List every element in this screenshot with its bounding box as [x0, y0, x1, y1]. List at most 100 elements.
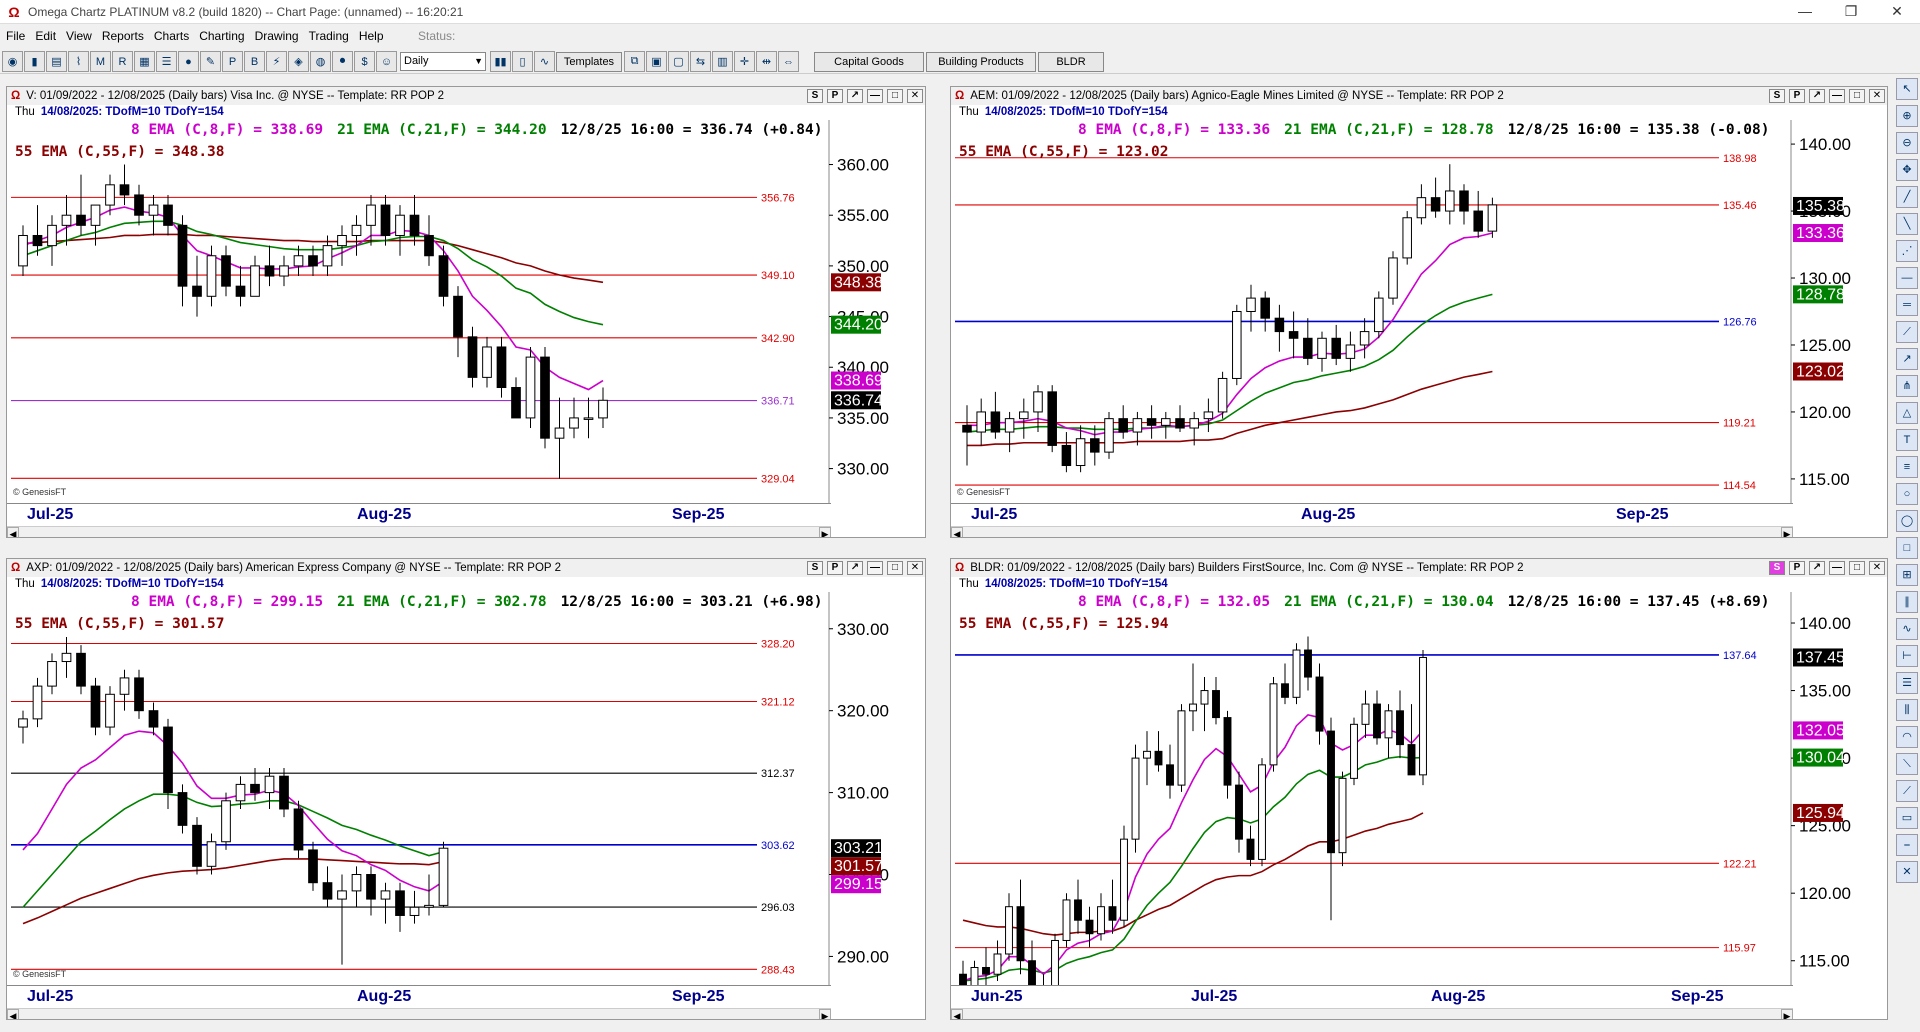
- face-icon[interactable]: ☺: [376, 51, 397, 72]
- globe-icon[interactable]: ◍: [310, 51, 331, 72]
- gann-icon[interactable]: ⊞: [1896, 564, 1918, 586]
- pencil-icon[interactable]: ✎: [200, 51, 221, 72]
- menu-help[interactable]: Help: [359, 29, 384, 43]
- price-chart[interactable]: 290.00300.00310.00320.00330.00328.20321.…: [7, 592, 925, 985]
- scroll-left-arrow[interactable]: ◀: [951, 527, 963, 537]
- ray-icon[interactable]: ⟋: [1896, 321, 1918, 343]
- measure-icon[interactable]: ⊢: [1896, 645, 1918, 667]
- arrow-icon[interactable]: ↗: [1896, 348, 1918, 370]
- zoom-in-icon[interactable]: ⊕: [1896, 105, 1918, 127]
- trendline-alt-icon[interactable]: ╲: [1896, 213, 1918, 235]
- pane-minimize-button[interactable]: —: [867, 561, 883, 575]
- ellipse-icon[interactable]: ◯: [1896, 510, 1918, 532]
- cycle-icon[interactable]: ∥: [1896, 591, 1918, 613]
- menu-trading[interactable]: Trading: [309, 29, 349, 43]
- pane-close-button[interactable]: ✕: [1869, 561, 1885, 575]
- s-button[interactable]: S: [1769, 89, 1785, 103]
- fib-ext-icon[interactable]: ☰: [1896, 672, 1918, 694]
- list-icon[interactable]: ☰: [156, 51, 177, 72]
- scan-icon[interactable]: ▤: [46, 51, 67, 72]
- fan-icon[interactable]: ⋰: [1896, 240, 1918, 262]
- bldr-button[interactable]: BLDR: [1038, 51, 1104, 72]
- triangle-icon[interactable]: △: [1896, 402, 1918, 424]
- circle-icon[interactable]: ○: [1896, 483, 1918, 505]
- horizontal-scrollbar[interactable]: ◀ ▶: [7, 1008, 831, 1019]
- building-products-button[interactable]: Building Products: [926, 51, 1036, 72]
- p-button[interactable]: P: [1789, 561, 1805, 575]
- record-icon[interactable]: ⏺: [332, 51, 353, 72]
- scroll-right-arrow[interactable]: ▶: [1781, 1009, 1793, 1019]
- erase-icon[interactable]: ✕: [1896, 861, 1918, 883]
- chart-grid-icon[interactable]: ▥: [712, 51, 733, 72]
- capital-goods-button[interactable]: Capital Goods: [814, 51, 924, 72]
- b-icon[interactable]: B: [244, 51, 265, 72]
- minimize-button[interactable]: —: [1782, 0, 1828, 24]
- pin-icon[interactable]: ↗: [1809, 561, 1825, 575]
- wave-icon[interactable]: ∿: [1896, 618, 1918, 640]
- channel-icon[interactable]: ═: [1896, 294, 1918, 316]
- close-button[interactable]: ✕: [1874, 0, 1920, 24]
- menu-charting[interactable]: Charting: [199, 29, 244, 43]
- chart-pane[interactable]: Ω V: 01/09/2022 - 12/08/2025 (Daily bars)…: [6, 86, 926, 538]
- hline-alt-icon[interactable]: ⎯: [1896, 834, 1918, 856]
- layers-icon[interactable]: ◈: [288, 51, 309, 72]
- traffic-light-icon[interactable]: ▮: [24, 51, 45, 72]
- pane-maximize-button[interactable]: □: [1849, 89, 1865, 103]
- merge-icon[interactable]: ⇔: [778, 51, 799, 72]
- pane-maximize-button[interactable]: □: [887, 89, 903, 103]
- p-button[interactable]: P: [827, 89, 843, 103]
- layout-icon[interactable]: ⧉: [624, 51, 645, 72]
- coin-icon[interactable]: ●: [178, 51, 199, 72]
- chart-pane[interactable]: Ω BLDR: 01/09/2022 - 12/08/2025 (Daily ba…: [950, 558, 1888, 1020]
- price-chart[interactable]: 115.00120.00125.00130.00135.00140.00137.…: [951, 592, 1887, 985]
- p-icon[interactable]: P: [222, 51, 243, 72]
- scroll-left-arrow[interactable]: ◀: [951, 1009, 963, 1019]
- r-icon[interactable]: R: [112, 51, 133, 72]
- pane-maximize-button[interactable]: □: [887, 561, 903, 575]
- money-icon[interactable]: $: [354, 51, 375, 72]
- scroll-right-arrow[interactable]: ▶: [1781, 527, 1793, 537]
- window-icon[interactable]: ▢: [668, 51, 689, 72]
- grid-icon[interactable]: ▦: [134, 51, 155, 72]
- fib-icon[interactable]: ≡: [1896, 456, 1918, 478]
- speed-lines-icon[interactable]: ⟋: [1896, 780, 1918, 802]
- m-icon[interactable]: M: [90, 51, 111, 72]
- price-chart[interactable]: 330.00335.00340.00345.00350.00355.00360.…: [7, 120, 925, 503]
- period-select[interactable]: Daily ▼: [400, 52, 486, 71]
- pane-close-button[interactable]: ✕: [907, 561, 923, 575]
- horizontal-scrollbar[interactable]: ◀ ▶: [7, 526, 831, 537]
- pin-icon[interactable]: ↗: [847, 561, 863, 575]
- chart-pane[interactable]: Ω AEM: 01/09/2022 - 12/08/2025 (Daily bar…: [950, 86, 1888, 538]
- scroll-left-arrow[interactable]: ◀: [7, 1009, 19, 1019]
- menu-charts[interactable]: Charts: [154, 29, 189, 43]
- trendline-icon[interactable]: ╱: [1896, 186, 1918, 208]
- p-button[interactable]: P: [827, 561, 843, 575]
- menu-view[interactable]: View: [66, 29, 92, 43]
- pin-icon[interactable]: ↗: [847, 89, 863, 103]
- restore-button[interactable]: ❐: [1828, 0, 1874, 24]
- templates-button[interactable]: Templates: [556, 51, 622, 72]
- pin-icon[interactable]: ↗: [1809, 89, 1825, 103]
- pane-minimize-button[interactable]: —: [1829, 89, 1845, 103]
- square-icon[interactable]: ▭: [1896, 807, 1918, 829]
- pitchfork-icon[interactable]: ⋔: [1896, 375, 1918, 397]
- s-button[interactable]: S: [807, 561, 823, 575]
- text-tool-icon[interactable]: T: [1896, 429, 1918, 451]
- s-button[interactable]: S: [807, 89, 823, 103]
- scroll-right-arrow[interactable]: ▶: [819, 527, 831, 537]
- bar-chart-icon[interactable]: ▮▮: [490, 51, 511, 72]
- lightning-icon[interactable]: ⚡: [266, 51, 287, 72]
- zoom-out-icon[interactable]: ⊖: [1896, 132, 1918, 154]
- crosshair-icon[interactable]: ✛: [734, 51, 755, 72]
- fib-time-icon[interactable]: ⫼: [1896, 699, 1918, 721]
- pane-minimize-button[interactable]: —: [867, 89, 883, 103]
- pane-maximize-button[interactable]: □: [1849, 561, 1865, 575]
- chart-pane[interactable]: Ω AXP: 01/09/2022 - 12/08/2025 (Daily bar…: [6, 558, 926, 1020]
- tile-icon[interactable]: ▣: [646, 51, 667, 72]
- cursor-icon[interactable]: ↖: [1896, 78, 1918, 100]
- p-button[interactable]: P: [1789, 89, 1805, 103]
- regression-icon[interactable]: ⟍: [1896, 753, 1918, 775]
- pane-minimize-button[interactable]: —: [1829, 561, 1845, 575]
- hline-icon[interactable]: —: [1896, 267, 1918, 289]
- menu-edit[interactable]: Edit: [35, 29, 56, 43]
